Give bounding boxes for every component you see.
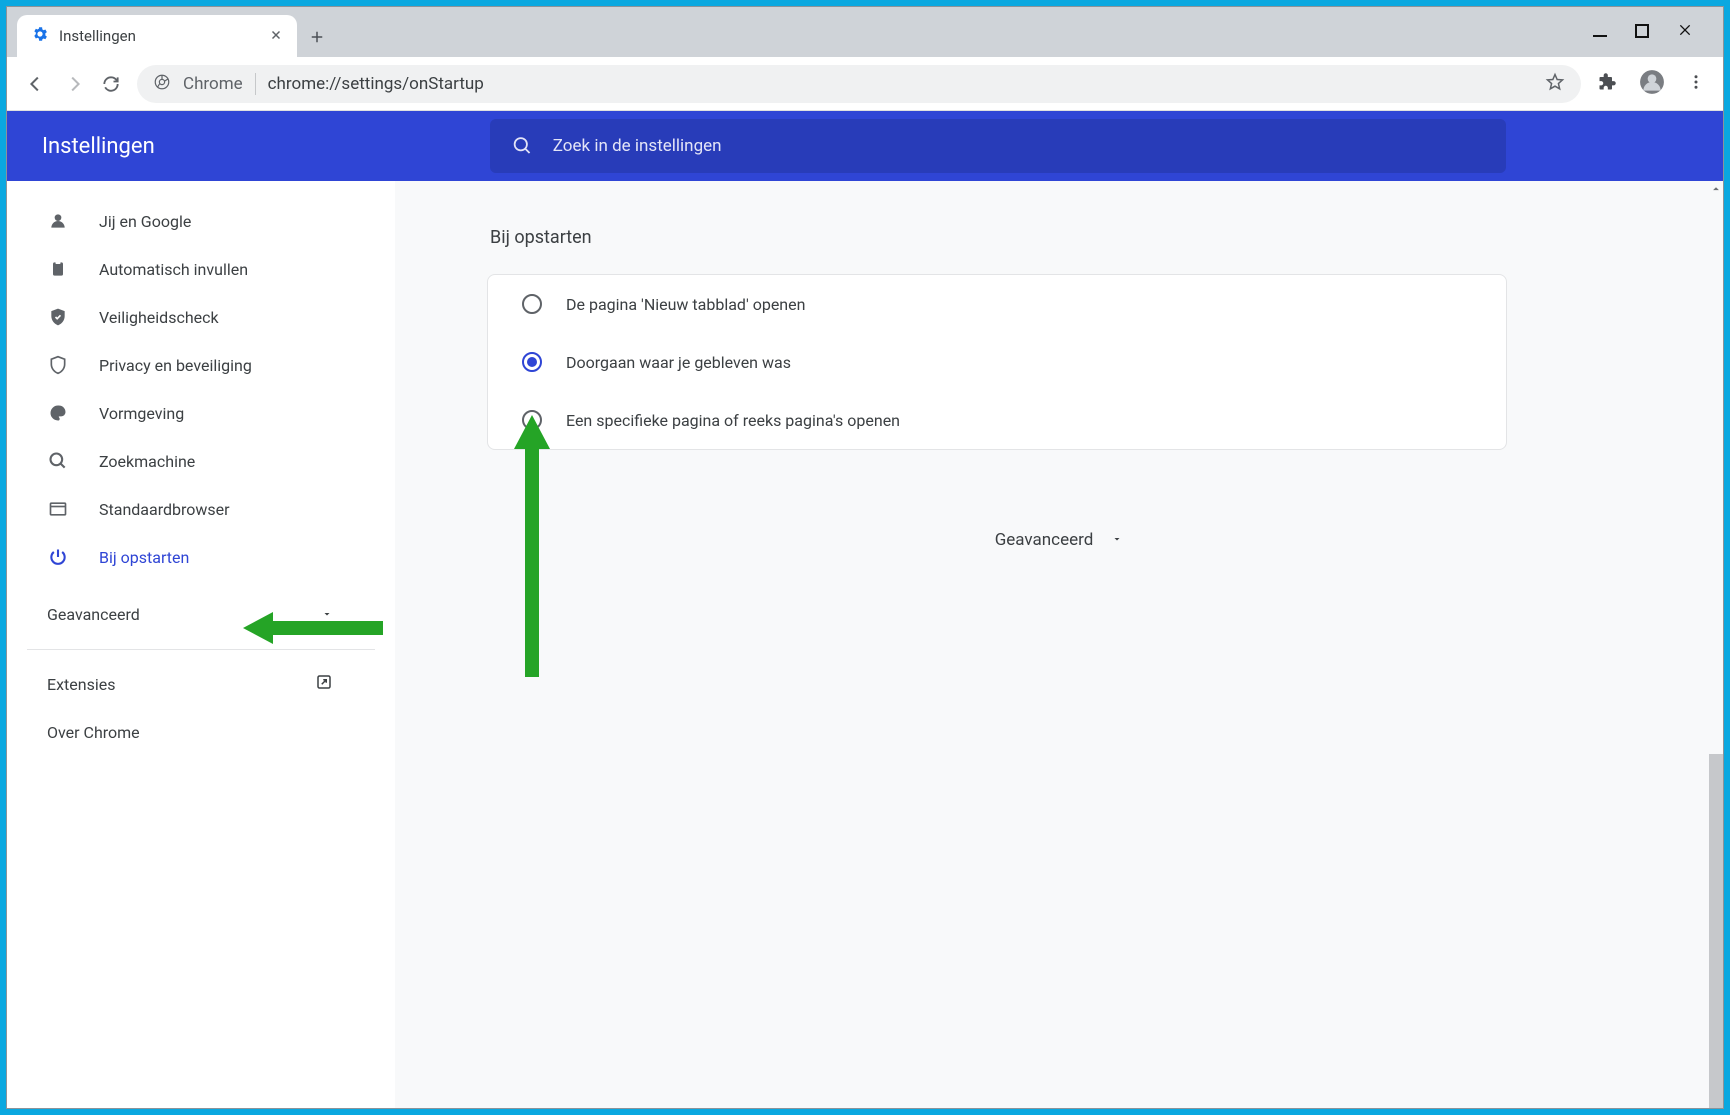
settings-header: Instellingen <box>7 111 1723 181</box>
shield-icon <box>47 355 69 375</box>
scrollbar[interactable] <box>1709 181 1723 1108</box>
forward-button[interactable] <box>63 73 85 95</box>
sidebar-item-label: Bij opstarten <box>99 548 189 567</box>
settings-icon <box>31 25 49 47</box>
content: Jij en Google Automatisch invullen Veili… <box>7 181 1723 1108</box>
window: Instellingen Chrome chrome://settings/on… <box>6 6 1724 1109</box>
sidebar-item-search-engine[interactable]: Zoekmachine <box>7 437 395 485</box>
sidebar-item-label: Standaardbrowser <box>99 500 230 519</box>
chevron-down-icon <box>1111 530 1123 550</box>
option-label: De pagina 'Nieuw tabblad' openen <box>566 295 805 314</box>
browser-tab[interactable]: Instellingen <box>17 15 297 57</box>
radio-icon <box>522 352 542 372</box>
radio-icon <box>522 294 542 314</box>
section-title: Bij opstarten <box>490 227 1723 248</box>
search-icon <box>512 135 533 157</box>
divider <box>255 73 256 95</box>
scrollbar-thumb[interactable] <box>1709 754 1723 1108</box>
reload-button[interactable] <box>101 74 121 94</box>
sidebar-item-safety[interactable]: Veiligheidscheck <box>7 293 395 341</box>
new-tab-button[interactable] <box>297 17 337 57</box>
sidebar-item-default-browser[interactable]: Standaardbrowser <box>7 485 395 533</box>
sidebar-advanced-label: Geavanceerd <box>47 605 140 624</box>
shield-check-icon <box>47 307 69 327</box>
url-chip: Chrome <box>183 74 243 94</box>
url-text: chrome://settings/onStartup <box>268 74 484 94</box>
sidebar-item-label: Zoekmachine <box>99 452 195 471</box>
option-continue[interactable]: Doorgaan waar je gebleven was <box>488 333 1506 391</box>
option-label: Een specifieke pagina of reeks pagina's … <box>566 411 900 430</box>
extensions-icon[interactable] <box>1597 72 1617 96</box>
tab-title: Instellingen <box>59 27 259 45</box>
sidebar-item-privacy[interactable]: Privacy en beveiliging <box>7 341 395 389</box>
chrome-icon <box>153 73 171 95</box>
minimize-button[interactable] <box>1593 22 1607 43</box>
sidebar-item-label: Jij en Google <box>99 212 191 231</box>
sidebar-item-you-and-google[interactable]: Jij en Google <box>7 197 395 245</box>
browser-icon <box>47 499 69 519</box>
back-button[interactable] <box>25 73 47 95</box>
advanced-label: Geavanceerd <box>995 530 1094 550</box>
separator <box>27 649 375 650</box>
close-window-button[interactable] <box>1677 22 1693 43</box>
sidebar-about-label: Over Chrome <box>47 723 140 742</box>
palette-icon <box>47 403 69 423</box>
close-icon[interactable] <box>269 27 283 46</box>
scroll-up-icon[interactable] <box>1709 181 1723 195</box>
option-label: Doorgaan waar je gebleven was <box>566 353 791 372</box>
settings-search[interactable] <box>490 119 1506 173</box>
external-link-icon <box>315 673 333 695</box>
sidebar-item-appearance[interactable]: Vormgeving <box>7 389 395 437</box>
sidebar-item-label: Vormgeving <box>99 404 184 423</box>
clipboard-icon <box>47 259 69 279</box>
browser-toolbar: Chrome chrome://settings/onStartup <box>7 57 1723 111</box>
search-icon <box>47 451 69 471</box>
page-title: Instellingen <box>42 134 155 159</box>
person-icon <box>47 211 69 231</box>
address-bar[interactable]: Chrome chrome://settings/onStartup <box>137 65 1581 103</box>
option-new-tab[interactable]: De pagina 'Nieuw tabblad' openen <box>488 275 1506 333</box>
sidebar-item-label: Automatisch invullen <box>99 260 248 279</box>
option-specific-pages[interactable]: Een specifieke pagina of reeks pagina's … <box>488 391 1506 449</box>
profile-icon[interactable] <box>1639 69 1665 99</box>
sidebar-item-label: Privacy en beveiliging <box>99 356 252 375</box>
sidebar-extensions[interactable]: Extensies <box>7 660 395 708</box>
sidebar-about[interactable]: Over Chrome <box>7 708 395 756</box>
sidebar-item-label: Veiligheidscheck <box>99 308 219 327</box>
bookmark-icon[interactable] <box>1545 72 1565 96</box>
sidebar-item-autofill[interactable]: Automatisch invullen <box>7 245 395 293</box>
power-icon <box>47 547 69 567</box>
sidebar-extensions-label: Extensies <box>47 675 115 694</box>
annotation-arrow-left <box>243 608 383 648</box>
menu-icon[interactable] <box>1687 73 1705 95</box>
search-input[interactable] <box>553 136 1484 156</box>
sidebar-item-on-startup[interactable]: Bij opstarten <box>7 533 395 581</box>
toolbar-right <box>1597 69 1705 99</box>
maximize-button[interactable] <box>1635 22 1649 43</box>
annotation-arrow-up <box>512 415 552 677</box>
advanced-toggle[interactable]: Geavanceerd <box>395 530 1723 550</box>
startup-card: De pagina 'Nieuw tabblad' openen Doorgaa… <box>487 274 1507 450</box>
window-controls <box>1593 7 1723 57</box>
main: Bij opstarten De pagina 'Nieuw tabblad' … <box>395 181 1723 1108</box>
tab-strip: Instellingen <box>7 7 1723 57</box>
